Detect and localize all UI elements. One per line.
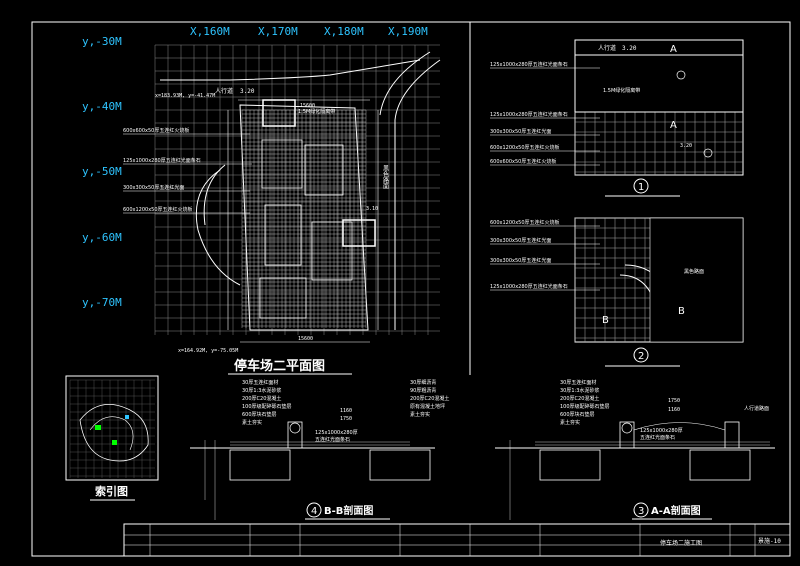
plan-note: 125x1000x280厚五连红光面条石 xyxy=(123,157,201,164)
detail-2: 黑色路面 B B 600x1200x50厚五连红火烧板 300x300x50厚五… xyxy=(490,217,744,367)
bb-layer: 原有混凝土地坪 xyxy=(410,403,445,410)
bb-layer: 200厚C20混凝土 xyxy=(242,395,281,402)
d1-road-label: 人行道 xyxy=(598,44,616,52)
d1-level2: 3.20 xyxy=(680,143,692,149)
y-coord-label: y,-30M xyxy=(82,35,122,48)
plan-dimension-lines xyxy=(227,99,379,343)
bb-layer: 100厚级配碎砾石垫层 xyxy=(242,403,292,410)
aa-kerb: 五连红光面条石 xyxy=(640,434,675,441)
d2-note: 300x300x50厚五连红光面 xyxy=(490,237,551,244)
d1-green: 1.5M绿化隔离带 xyxy=(603,87,640,94)
bb-dim: 1160 xyxy=(340,408,352,414)
bb-layer: 30厚细沥青 xyxy=(410,379,436,386)
section-aa: 30厚五连红面材 30厚1:3水泥砂浆 200厚C20混凝土 100厚级配碎砾石… xyxy=(495,379,775,520)
aa-number: 3 xyxy=(638,506,644,517)
aa-layer: 200厚C20混凝土 xyxy=(560,395,599,402)
aa-kerb: 125x1000x280厚 xyxy=(640,428,683,434)
d1-note: 125x1000x280厚五连红光面条石 xyxy=(490,61,568,68)
d1-number: 1 xyxy=(638,182,644,193)
d1-note: 125x1000x280厚五连红光面条石 xyxy=(490,111,568,118)
plan-title: 停车场二平面图 xyxy=(234,358,325,374)
drawing-canvas: X,160M X,170M X,180M X,190M y,-30M y,-40… xyxy=(31,21,791,557)
d2-number: 2 xyxy=(638,351,644,362)
d1-note: 600x1200x50厚五连红火烧板 xyxy=(490,144,560,151)
aa-layer: 30厚1:3水泥砂浆 xyxy=(560,387,599,394)
plan-note: 300x300x50厚五连红光面 xyxy=(123,184,184,191)
d1-section-mark: A xyxy=(670,44,677,55)
aa-layer: 30厚五连红面材 xyxy=(560,379,596,386)
cad-drawing-sheet: X,160M X,170M X,180M X,190M y,-30M y,-40… xyxy=(0,0,800,566)
black-pave-vertical: 黑色路面 xyxy=(382,165,389,190)
road-label: 人行道 xyxy=(215,87,233,95)
index-map: 索引图 xyxy=(65,375,159,501)
y-coord-label: y,-50M xyxy=(82,165,122,178)
bb-number: 4 xyxy=(311,506,317,517)
plan-note: 600x600x50厚五连红火烧板 xyxy=(123,127,189,134)
d2-note: 125x1000x280厚五连红光面条石 xyxy=(490,283,568,290)
bb-kerb: 五连红光面条石 xyxy=(315,436,350,443)
road-level: 3.20 xyxy=(240,88,255,95)
aa-layer: 600厚块石垫层 xyxy=(560,411,595,418)
x-coord-label: X,190M xyxy=(388,25,428,38)
d2-section-mark: B xyxy=(678,306,685,317)
aa-title: A-A剖面图 xyxy=(651,504,701,517)
d2-note: 300x300x50厚五连红光面 xyxy=(490,257,551,264)
bb-layer: 90厚粗沥青 xyxy=(410,387,436,394)
coord-bottom: x=164.92M, y=-75.05M xyxy=(178,348,238,354)
d1-level: 3.20 xyxy=(622,45,637,52)
aa-dim: 1750 xyxy=(668,398,680,404)
index-title: 索引图 xyxy=(95,484,128,498)
drawing-name: 停车场二施工图 xyxy=(660,539,702,547)
title-block: 停车场二施工图 景施-10 xyxy=(123,523,791,557)
bb-layer: 30厚五连红面材 xyxy=(242,379,278,386)
y-coord-label: y,-60M xyxy=(82,231,122,244)
d2-section-mark: B xyxy=(602,315,609,326)
y-coord-label: y,-40M xyxy=(82,100,122,113)
bb-dim: 1750 xyxy=(340,416,352,422)
d2-black: 黑色路面 xyxy=(684,268,704,275)
section-bb: 30厚五连红面材 30厚1:3水泥砂浆 200厚C20混凝土 100厚级配碎砾石… xyxy=(190,379,449,520)
coord-top: x=183.93M, y=-41.47M xyxy=(155,93,215,99)
plan-dim-total: 15600 xyxy=(298,336,313,342)
bb-title: B-B剖面图 xyxy=(324,504,373,517)
d2-note: 600x1200x50厚五连红火烧板 xyxy=(490,219,560,226)
bb-layer: 30厚1:3水泥砂浆 xyxy=(242,387,281,394)
x-coord-label: X,160M xyxy=(190,25,230,38)
aa-dim: 1160 xyxy=(668,407,680,413)
aa-layer: 素土夯实 xyxy=(560,419,580,426)
bb-layer: 素土夯实 xyxy=(242,419,262,426)
bb-layer: 600厚块石垫层 xyxy=(242,411,277,418)
bb-layer: 200厚C20混凝土 xyxy=(410,395,449,402)
detail-1: 人行道 3.20 1.5M绿化隔离带 A A 3.20 125x1000x280… xyxy=(490,39,744,197)
aa-walk: 人行道路面 xyxy=(744,405,769,412)
y-coord-label: y,-70M xyxy=(82,296,122,309)
bb-layer: 素土夯实 xyxy=(410,411,430,418)
drawing-number: 景施-10 xyxy=(758,537,781,545)
d1-note: 300x300x50厚五连红光面 xyxy=(490,128,551,135)
svg-text:黑色路面: 黑色路面 xyxy=(382,165,389,190)
x-coord-label: X,170M xyxy=(258,25,298,38)
d1-note: 600x600x50厚五连红火烧板 xyxy=(490,158,556,165)
aa-layer: 100厚级配碎砾石垫层 xyxy=(560,403,610,410)
green-strip-label: 1.5M绿化隔离带 xyxy=(298,108,335,115)
d1-section-mark: A xyxy=(670,120,677,131)
plan-note: 600x1200x50厚五连红火烧板 xyxy=(123,206,193,213)
bb-kerb: 125x1000x280厚 xyxy=(315,430,358,436)
level-center: 3.10 xyxy=(366,206,378,212)
x-coord-label: X,180M xyxy=(324,25,364,38)
paving-hatch xyxy=(241,109,367,328)
